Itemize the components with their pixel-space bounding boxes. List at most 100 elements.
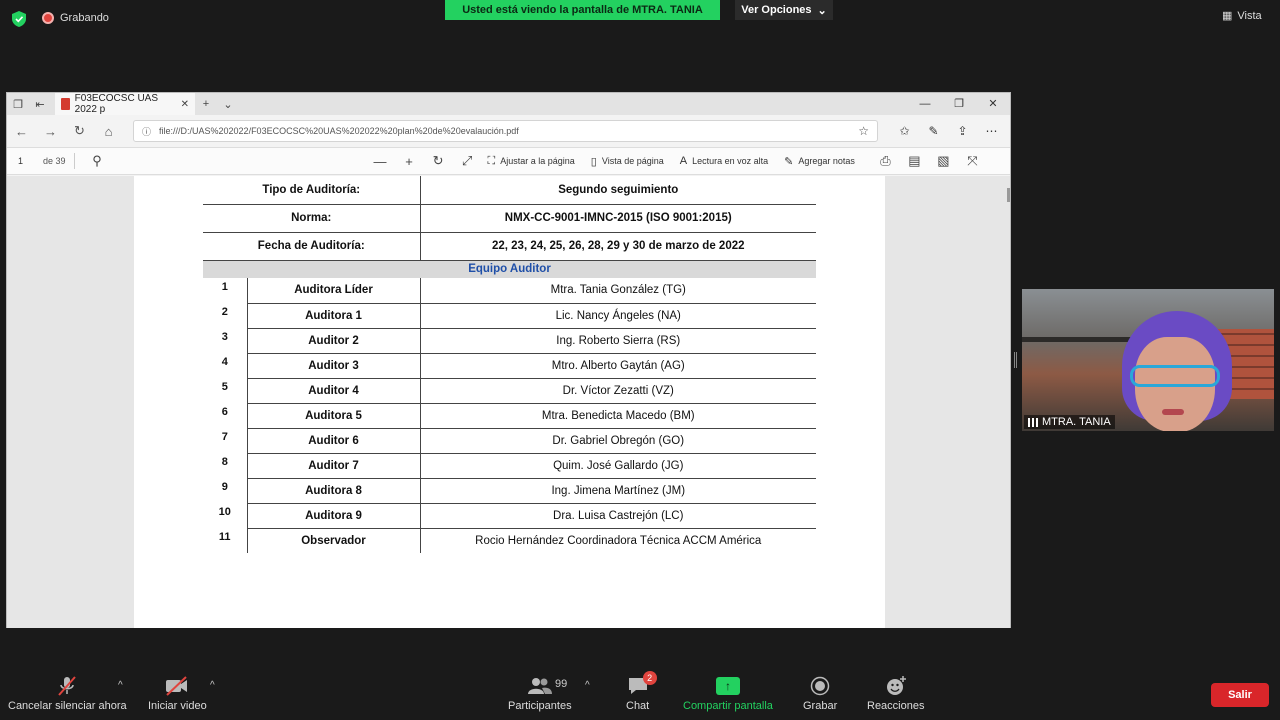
leave-meeting-button[interactable]: Salir: [1211, 683, 1269, 707]
favorites-icon[interactable]: ✩: [890, 124, 919, 138]
start-video-label: Iniciar video: [148, 700, 207, 712]
header-label: Tipo de Auditoría:: [203, 176, 421, 205]
auditor-row: 3 Auditor 2 Ing. Roberto Sierra (RS): [203, 328, 816, 354]
start-video-button[interactable]: Iniciar video: [148, 675, 207, 712]
mute-button[interactable]: Cancelar silenciar ahora: [8, 675, 127, 712]
recording-label: Grabando: [60, 12, 109, 24]
auditor-role: Auditor 4: [247, 378, 421, 404]
browser-tab-pdf[interactable]: F03ECOCSC UAS 2022 p ✕: [55, 93, 195, 115]
chat-unread-badge: 2: [642, 671, 657, 685]
view-options-button[interactable]: Ver Opciones ⌄: [735, 0, 833, 20]
rotate-icon[interactable]: ↻: [424, 153, 453, 169]
pdf-viewer[interactable]: Tipo de Auditoría: Segundo seguimiento Nor…: [7, 176, 1010, 628]
pen-icon[interactable]: ✎: [919, 124, 948, 138]
auditor-row: 4 Auditor 3 Mtro. Alberto Gaytán (AG): [203, 353, 816, 379]
auditor-name: Quim. José Gallardo (JG): [420, 453, 816, 479]
team-title-row: Equipo Auditor: [203, 260, 816, 278]
record-button[interactable]: Grabar: [803, 675, 837, 712]
chat-button[interactable]: 2 Chat: [626, 671, 657, 712]
auditor-number: 5: [203, 378, 248, 403]
reactions-button[interactable]: Reacciones: [867, 675, 924, 712]
info-icon[interactable]: ⓘ: [142, 125, 151, 138]
browser-tab-bar: ❐ ⇤ F03ECOCSC UAS 2022 p ✕ + ⌄ — ❐ ✕: [7, 93, 1010, 115]
favorite-star-icon[interactable]: ☆: [858, 124, 869, 138]
read-aloud-icon: A: [679, 155, 688, 167]
auditor-row: 8 Auditor 7 Quim. José Gallardo (JG): [203, 453, 816, 479]
auditor-row: 2 Auditora 1 Lic. Nancy Ángeles (NA): [203, 303, 816, 329]
chat-label: Chat: [626, 700, 650, 712]
tab-actions-icon[interactable]: ❐: [7, 98, 29, 111]
share-screen-button[interactable]: ↑ Compartir pantalla: [683, 675, 773, 712]
back-tabs-icon[interactable]: ⇤: [29, 98, 51, 111]
share-icon[interactable]: ⇪: [948, 124, 977, 138]
auditor-role: Auditor 6: [247, 428, 421, 454]
read-aloud-button[interactable]: A Lectura en voz alta: [680, 155, 768, 167]
pdf-toolbar: 1 de 39 ⚲ — + ↻ ⤢ ⛶ Ajustar a la página …: [7, 147, 1010, 175]
save-as-icon[interactable]: ▧: [929, 153, 958, 169]
print-icon[interactable]: ⎙: [871, 153, 900, 169]
recording-icon: [42, 12, 54, 24]
page-number-input[interactable]: 1: [13, 151, 41, 171]
zoom-out-icon[interactable]: —: [366, 154, 395, 169]
new-tab-icon[interactable]: +: [195, 98, 217, 110]
refresh-icon[interactable]: ↻: [65, 123, 94, 139]
header-row: Fecha de Auditoría: 22, 23, 24, 25, 26, 2…: [203, 232, 816, 261]
auditor-number: 8: [203, 453, 248, 478]
add-notes-label: Agregar notas: [798, 156, 855, 166]
header-value: NMX-CC-9001-IMNC-2015 (ISO 9001:2015): [420, 204, 816, 233]
participant-name: MTRA. TANIA: [1042, 416, 1111, 428]
close-tab-icon[interactable]: ✕: [181, 99, 189, 110]
add-notes-button[interactable]: ✎ Agregar notas: [784, 155, 855, 168]
signal-bars-icon: [1028, 417, 1038, 427]
save-icon[interactable]: ▤: [900, 153, 929, 169]
share-screen-label: Compartir pantalla: [683, 700, 773, 712]
zoom-in-icon[interactable]: +: [395, 154, 424, 169]
page-total: de 39: [43, 156, 66, 166]
view-button[interactable]: ▦ Vista: [1222, 9, 1262, 23]
participants-count: 99: [555, 678, 568, 690]
auditor-role: Auditor 3: [247, 353, 421, 379]
scrollbar-thumb[interactable]: [1007, 188, 1010, 202]
pin-toolbar-icon[interactable]: ⤧: [958, 153, 987, 169]
microphone-muted-icon: [56, 675, 78, 697]
mute-options-chevron-icon[interactable]: ^: [118, 680, 123, 691]
auditor-name: Dr. Víctor Zezatti (VZ): [420, 378, 816, 404]
page-view-button[interactable]: ▯ Vista de página: [591, 155, 664, 168]
address-bar[interactable]: ⓘ file:///D:/UAS%202022/F03ECOCSC%20UAS%…: [133, 120, 878, 142]
fullscreen-icon[interactable]: ⤢: [453, 153, 482, 169]
browser-nav-bar: ← → ↻ ⌂ ⓘ file:///D:/UAS%202022/F03ECOCS…: [7, 117, 1010, 145]
auditor-number: 11: [203, 528, 248, 553]
reactions-label: Reacciones: [867, 700, 925, 712]
audit-table: Tipo de Auditoría: Segundo seguimiento Nor…: [203, 176, 816, 553]
panel-splitter-handle[interactable]: [1014, 352, 1017, 368]
tab-list-chevron-icon[interactable]: ⌄: [217, 98, 239, 111]
auditor-name: Ing. Roberto Sierra (RS): [420, 328, 816, 354]
security-shield-icon[interactable]: [12, 11, 26, 27]
home-icon[interactable]: ⌂: [94, 124, 123, 139]
participant-video-tile[interactable]: MTRA. TANIA: [1022, 289, 1274, 431]
minimize-icon[interactable]: —: [908, 93, 942, 115]
pdf-page: Tipo de Auditoría: Segundo seguimiento Nor…: [134, 176, 885, 628]
header-row: Tipo de Auditoría: Segundo seguimiento: [203, 176, 816, 205]
share-screen-arrow-icon: ↑: [715, 677, 740, 695]
video-options-chevron-icon[interactable]: ^: [210, 680, 215, 691]
team-title: Equipo Auditor: [203, 260, 816, 278]
forward-arrow-icon[interactable]: →: [36, 124, 65, 139]
auditor-number: 2: [203, 303, 248, 328]
auditor-row: 6 Auditora 5 Mtra. Benedicta Macedo (BM): [203, 403, 816, 429]
auditor-role: Observador: [247, 528, 421, 553]
video-camera-off-icon: [164, 675, 190, 697]
fit-page-button[interactable]: ⛶ Ajustar a la página: [488, 155, 575, 168]
close-window-icon[interactable]: ✕: [976, 93, 1010, 115]
recording-indicator[interactable]: Grabando: [42, 12, 109, 24]
auditor-row: 9 Auditora 8 Ing. Jimena Martínez (JM): [203, 478, 816, 504]
participants-options-chevron-icon[interactable]: ^: [585, 680, 590, 691]
participant-name-label: MTRA. TANIA: [1024, 415, 1115, 429]
mute-label: Cancelar silenciar ahora: [8, 700, 127, 712]
url-text: file:///D:/UAS%202022/F03ECOCSC%20UAS%20…: [159, 126, 519, 136]
restore-icon[interactable]: ❐: [942, 93, 976, 115]
search-icon[interactable]: ⚲: [83, 153, 112, 169]
auditor-row: 10 Auditora 9 Dra. Luisa Castrejón (LC): [203, 503, 816, 529]
back-arrow-icon[interactable]: ←: [7, 124, 36, 139]
more-menu-icon[interactable]: ⋯: [977, 124, 1006, 138]
